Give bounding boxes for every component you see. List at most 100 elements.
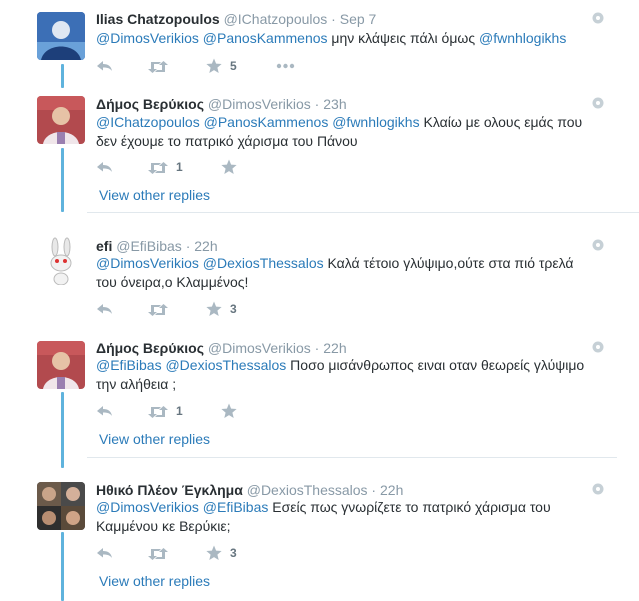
timestamp[interactable]: 23h <box>323 96 346 112</box>
avatar[interactable] <box>37 237 85 285</box>
reply-icon[interactable] <box>96 545 113 561</box>
tweet-header: Δήμος Βερύκιος @DimosVerikios · 22h <box>96 339 347 357</box>
avatar[interactable] <box>37 12 85 60</box>
mention-link[interactable]: @DimosVerikios <box>96 499 199 515</box>
favorite-star-icon[interactable] <box>206 545 223 561</box>
favorite-star-icon[interactable] <box>206 58 223 74</box>
username[interactable]: @IChatzopoulos <box>224 11 328 27</box>
timestamp[interactable]: 22h <box>380 482 403 498</box>
reply-icon[interactable] <box>96 58 113 74</box>
favorite-count: 3 <box>230 302 237 316</box>
favorite-count: 3 <box>230 546 237 560</box>
separator: · <box>310 96 324 112</box>
settings-gear-icon[interactable] <box>592 97 604 109</box>
retweet-icon[interactable] <box>148 403 168 419</box>
mention-link[interactable]: @DimosVerikios <box>96 255 199 271</box>
tweet[interactable]: Δήμος Βερύκιος @DimosVerikios · 23h @ICh… <box>0 95 639 205</box>
fullname[interactable]: Δήμος Βερύκιος <box>96 96 204 112</box>
view-other-replies-link[interactable]: View other replies <box>99 187 210 203</box>
timestamp[interactable]: 22h <box>323 340 346 356</box>
username[interactable]: @DimosVerikios <box>208 96 311 112</box>
reply-icon[interactable] <box>96 403 113 419</box>
favorite-star-icon[interactable] <box>206 301 223 317</box>
text-segment: Ποσο μισάνθρωπος ειναι οταν θεωρείς γλύψ… <box>290 357 585 373</box>
avatar-image <box>37 341 85 389</box>
view-other-replies-link[interactable]: View other replies <box>99 431 210 447</box>
username[interactable]: @DexiosThessalos <box>247 482 368 498</box>
fullname[interactable]: Ηθικό Πλέον Έγκλημα <box>96 482 243 498</box>
fullname[interactable]: efi <box>96 238 112 254</box>
avatar[interactable] <box>37 96 85 144</box>
tweet-header: Δήμος Βερύκιος @DimosVerikios · 23h <box>96 95 347 113</box>
text-segment: του όνειρα,ο Κλαμμένος! <box>96 274 249 290</box>
reply-icon[interactable] <box>96 159 113 175</box>
favorite-star-icon[interactable] <box>221 159 238 175</box>
mention-link[interactable]: @IChatzopoulos <box>96 114 200 130</box>
mention-link[interactable]: @DimosVerikios <box>96 30 199 46</box>
separator: · <box>367 482 380 498</box>
mention-link[interactable]: @DexiosThessalos <box>203 255 324 271</box>
tweet-actions: 3 <box>96 545 316 561</box>
view-other-replies-link[interactable]: View other replies <box>99 573 210 589</box>
settings-gear-icon[interactable] <box>592 483 604 495</box>
text-segment: την αλήθεια ; <box>96 376 177 392</box>
separator: · <box>327 11 340 27</box>
tweet[interactable]: Ηθικό Πλέον Έγκλημα @DexiosThessalos · 2… <box>0 481 639 591</box>
mention-link[interactable]: @PanosKammenos <box>203 30 328 46</box>
text-segment: μην κλάψεις πάλι όμως <box>331 30 476 46</box>
retweet-count: 1 <box>176 160 183 174</box>
settings-gear-icon[interactable] <box>592 239 604 251</box>
mention-link[interactable]: @fwnhlogikhs <box>332 114 419 130</box>
username[interactable]: @DimosVerikios <box>208 340 311 356</box>
tweet[interactable]: efi @EfiBibas · 22h @DimosVerikios @Dexi… <box>0 237 639 322</box>
text-segment: Καλά τέτοιο γλύψιμο,ούτε στα πιό τρελά <box>327 255 574 271</box>
favorite-star-icon[interactable] <box>221 403 238 419</box>
conversation-divider <box>87 212 639 213</box>
text-segment: Κλαίω με ολους εμάς που <box>423 114 583 130</box>
username[interactable]: @EfiBibas <box>116 238 182 254</box>
tweet-header: efi @EfiBibas · 22h <box>96 237 218 255</box>
more-dots-icon[interactable] <box>276 58 296 74</box>
tweet-text: @EfiBibas @DexiosThessalos Ποσο μισάνθρω… <box>96 356 596 394</box>
mention-link[interactable]: @PanosKammenos <box>204 114 329 130</box>
tweet-actions: 1 <box>96 403 316 419</box>
tweet[interactable]: Δήμος Βερύκιος @DimosVerikios · 22h @Efi… <box>0 339 639 449</box>
retweet-icon[interactable] <box>148 58 168 74</box>
avatar[interactable] <box>37 482 85 530</box>
retweet-icon[interactable] <box>148 301 168 317</box>
separator: · <box>310 340 324 356</box>
reply-icon[interactable] <box>96 301 113 317</box>
tweet-actions: 3 <box>96 301 316 317</box>
tweet-header: Ilias Chatzopoulos @IChatzopoulos · Sep … <box>96 10 376 28</box>
mention-link[interactable]: @DexiosThessalos <box>165 357 286 373</box>
tweet-text: @DimosVerikios @DexiosThessalos Καλά τέτ… <box>96 254 596 292</box>
mention-link[interactable]: @fwnhlogikhs <box>479 30 566 46</box>
settings-gear-icon[interactable] <box>592 341 604 353</box>
fullname[interactable]: Δήμος Βερύκιος <box>96 340 204 356</box>
text-segment: Εσείς πως γνωρίζετε το πατρικό χάρισμα τ… <box>272 499 551 515</box>
separator: · <box>181 238 195 254</box>
settings-gear-icon[interactable] <box>592 12 604 24</box>
text-segment: δεν έχουμε το πατρικό χάρισμα του Πάνου <box>96 133 358 149</box>
avatar-image <box>37 12 85 60</box>
fullname[interactable]: Ilias Chatzopoulos <box>96 11 220 27</box>
conversation-divider <box>87 457 617 458</box>
favorite-count: 5 <box>230 59 237 73</box>
avatar-image <box>37 237 85 285</box>
tweet-text: @IChatzopoulos @PanosKammenos @fwnhlogik… <box>96 113 596 151</box>
tweet-text: @DimosVerikios @EfiBibas Εσείς πως γνωρί… <box>96 498 596 536</box>
timestamp[interactable]: 22h <box>194 238 217 254</box>
timestamp[interactable]: Sep 7 <box>340 11 377 27</box>
text-segment: Καμμένου κε Βερύκιε; <box>96 518 231 534</box>
tweet-header: Ηθικό Πλέον Έγκλημα @DexiosThessalos · 2… <box>96 481 403 499</box>
mention-link[interactable]: @EfiBibas <box>96 357 162 373</box>
tweet-text: @DimosVerikios @PanosKammenos μην κλάψει… <box>96 29 596 48</box>
tweet[interactable]: Ilias Chatzopoulos @IChatzopoulos · Sep … <box>0 10 639 80</box>
avatar-image <box>37 96 85 144</box>
avatar[interactable] <box>37 341 85 389</box>
avatar-image <box>37 482 85 530</box>
mention-link[interactable]: @EfiBibas <box>203 499 269 515</box>
retweet-count: 1 <box>176 404 183 418</box>
retweet-icon[interactable] <box>148 159 168 175</box>
retweet-icon[interactable] <box>148 545 168 561</box>
